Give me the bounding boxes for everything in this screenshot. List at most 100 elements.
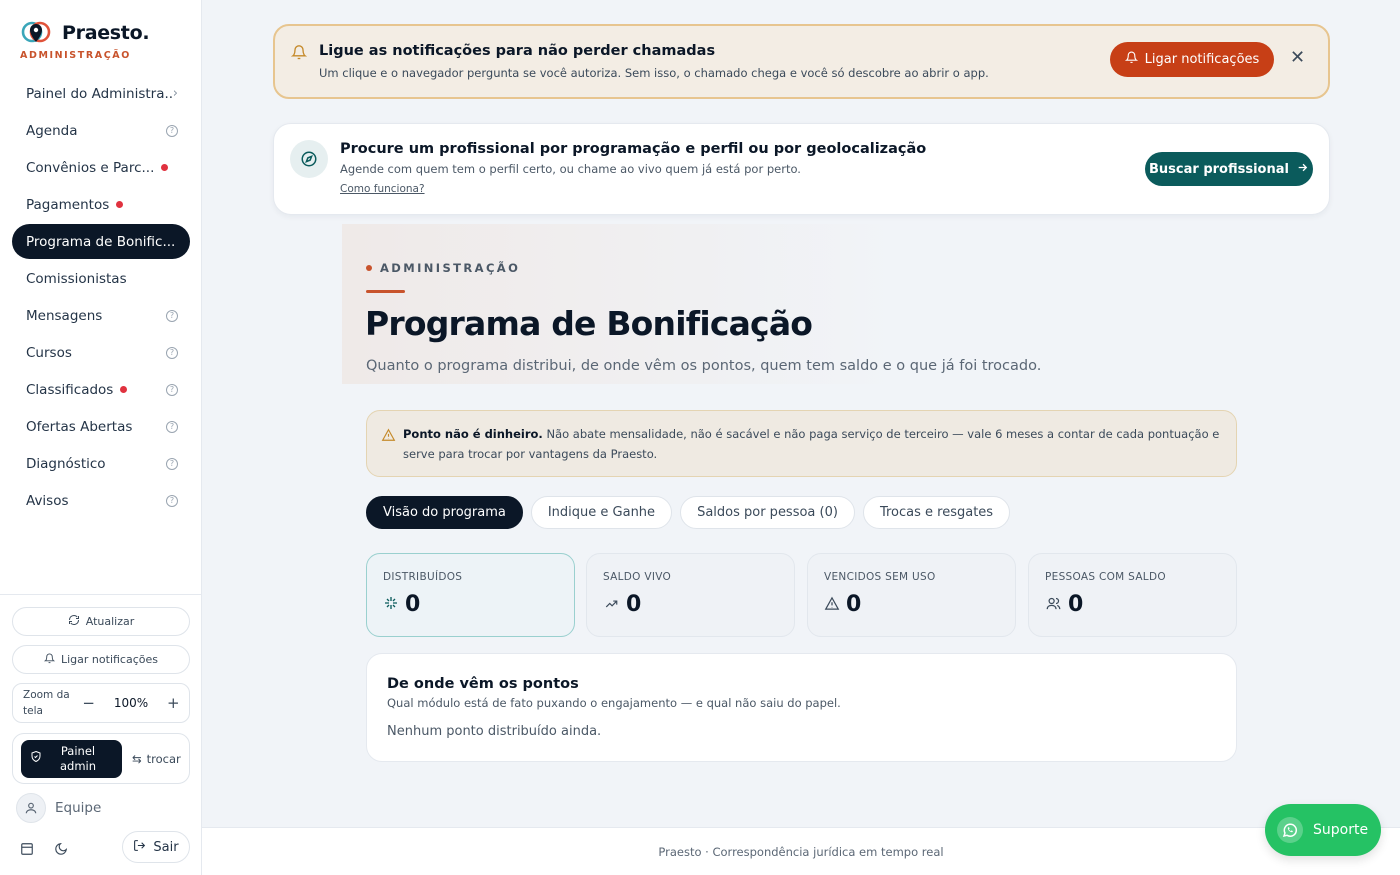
sidebar-item-label: Cursos [26, 344, 72, 361]
eyebrow-label: ADMINISTRAÇÃO [380, 261, 521, 275]
sidebar-item-diagnostico[interactable]: Diagnóstico ? [12, 446, 190, 481]
sidebar: Praesto. ADMINISTRAÇÃO Painel do Adminis… [0, 0, 202, 875]
help-icon[interactable]: ? [166, 383, 178, 396]
page-subtitle: Quanto o programa distribui, de onde vêm… [366, 358, 1042, 374]
arrow-right-icon [1296, 161, 1309, 178]
refresh-button[interactable]: Atualizar [12, 607, 190, 636]
sidebar-item-painel[interactable]: Painel do Administra... › [12, 76, 190, 111]
help-icon[interactable]: ? [166, 346, 178, 359]
sidebar-item-convenios[interactable]: Convênios e Parc... [12, 150, 190, 185]
notification-banner: Ligue as notificações para não perder ch… [273, 24, 1330, 99]
support-label: Suporte [1313, 822, 1369, 838]
tab-bar: Visão do programa Indique e Ganhe Saldos… [366, 496, 1011, 529]
stat-value: 0 [626, 592, 642, 617]
sidebar-item-agenda[interactable]: Agenda ? [12, 113, 190, 148]
sidebar-item-bonificacao[interactable]: Programa de Bonific... [12, 224, 190, 259]
notification-dot [161, 164, 169, 171]
brand[interactable]: Praesto. ADMINISTRAÇÃO [20, 20, 150, 61]
points-warning: Ponto não é dinheiro. Não abate mensalid… [366, 410, 1237, 477]
sidebar-item-cursos[interactable]: Cursos ? [12, 335, 190, 370]
sidebar-item-label: Ofertas Abertas [26, 418, 133, 435]
brand-subtitle: ADMINISTRAÇÃO [20, 50, 131, 61]
stat-value: 0 [405, 592, 421, 617]
tab-refer-and-earn[interactable]: Indique e Ganhe [530, 496, 673, 529]
page-footer: Praesto · Correspondência jurídica em te… [202, 827, 1400, 875]
switch-role-button[interactable]: ⇆ trocar [132, 752, 181, 766]
sidebar-item-comissionistas[interactable]: Comissionistas [12, 261, 190, 296]
brand-name: Praesto. [62, 22, 150, 44]
sidebar-item-label: Comissionistas [26, 270, 127, 287]
enable-notifications-button[interactable]: Ligar notificações [1110, 42, 1274, 77]
shield-icon [30, 750, 42, 767]
sidebar-item-mensagens[interactable]: Mensagens ? [12, 298, 190, 333]
stat-live-balance[interactable]: SALDO VIVO 0 [586, 553, 795, 637]
help-icon[interactable]: ? [166, 124, 178, 137]
notification-dot [116, 201, 124, 208]
sidebar-item-label: Classificados [26, 381, 114, 398]
sidebar-item-pagamentos[interactable]: Pagamentos [12, 187, 190, 222]
sidebar-footer: Atualizar Ligar notificações Zoom da tel… [0, 594, 202, 863]
enable-notifications-button[interactable]: Ligar notificações [12, 645, 190, 674]
logout-button[interactable]: Sair [122, 831, 190, 863]
help-icon[interactable]: ? [166, 420, 178, 433]
tab-exchanges-redemptions[interactable]: Trocas e resgates [862, 496, 1011, 529]
stat-expired-unused[interactable]: VENCIDOS SEM USO 0 [807, 553, 1016, 637]
stat-distributed[interactable]: DISTRIBUÍDOS 0 [366, 553, 575, 637]
stat-label: SALDO VIVO [603, 571, 672, 583]
sidebar-item-classificados[interactable]: Classificados ? [12, 372, 190, 407]
stat-value: 0 [1068, 592, 1084, 617]
tab-balances-per-person[interactable]: Saldos por pessoa (0) [680, 496, 855, 529]
team-profile[interactable]: Equipe [16, 793, 101, 823]
card-text: Agende com quem tem o perfil certo, ou c… [340, 162, 801, 176]
refresh-label: Atualizar [85, 615, 135, 628]
search-professional-label: Buscar profissional [1149, 161, 1289, 177]
card-title: De onde vêm os pontos [387, 676, 579, 692]
sidebar-item-avisos[interactable]: Avisos ? [12, 483, 190, 518]
sidebar-item-ofertas[interactable]: Ofertas Abertas ? [12, 409, 190, 444]
stat-people-with-balance[interactable]: PESSOAS COM SALDO 0 [1028, 553, 1237, 637]
role-switcher: Painel admin ⇆ trocar [12, 733, 190, 784]
stat-label: PESSOAS COM SALDO [1045, 571, 1166, 583]
notify-label: Ligar notificações [61, 653, 158, 666]
refresh-icon [68, 614, 80, 629]
bell-icon [1124, 51, 1138, 68]
card-subtitle: Qual módulo está de fato puxando o engaj… [387, 696, 841, 710]
zoom-value: 100% [113, 696, 149, 710]
search-professional-button[interactable]: Buscar profissional [1145, 152, 1313, 186]
empty-state: Nenhum ponto distribuído ainda. [387, 724, 602, 739]
footer-text: Praesto · Correspondência jurídica em te… [658, 845, 944, 859]
stat-label: DISTRIBUÍDOS [383, 571, 463, 583]
admin-panel-button[interactable]: Painel admin [21, 739, 122, 778]
how-it-works-link[interactable]: Como funciona? [340, 183, 425, 195]
sidebar-item-label: Pagamentos [26, 196, 110, 213]
swap-icon: ⇆ [132, 751, 142, 766]
warning-icon [824, 592, 840, 617]
layout-icon[interactable] [20, 841, 34, 860]
whatsapp-support-button[interactable]: Suporte [1265, 804, 1381, 856]
close-icon[interactable]: ✕ [1290, 49, 1305, 67]
find-professional-card: Procure um profissional por programação … [273, 123, 1330, 215]
trending-up-icon [603, 592, 620, 617]
page-title: Programa de Bonificação [365, 304, 813, 343]
help-icon[interactable]: ? [166, 309, 178, 322]
sidebar-item-label: Convênios e Parc... [26, 159, 155, 176]
moon-icon[interactable] [54, 841, 68, 860]
zoom-control: Zoom da tela − 100% + [12, 683, 190, 723]
whatsapp-icon [1277, 817, 1303, 843]
tab-program-overview[interactable]: Visão do programa [366, 496, 523, 529]
accent-underline [366, 290, 405, 293]
admin-panel-label: Painel admin [59, 743, 97, 773]
zoom-out-button[interactable]: − [82, 694, 95, 712]
bell-icon [290, 44, 308, 65]
team-label: Equipe [55, 800, 102, 816]
logout-icon [133, 839, 146, 856]
sidebar-item-label: Painel do Administra... [26, 85, 173, 102]
logout-label: Sair [153, 839, 179, 855]
user-avatar-icon [16, 793, 46, 823]
users-icon [1045, 592, 1062, 617]
sidebar-tools [20, 841, 68, 860]
help-icon[interactable]: ? [166, 494, 178, 507]
help-icon[interactable]: ? [166, 457, 178, 470]
enable-notifications-label: Ligar notificações [1144, 52, 1260, 67]
zoom-in-button[interactable]: + [167, 694, 180, 712]
